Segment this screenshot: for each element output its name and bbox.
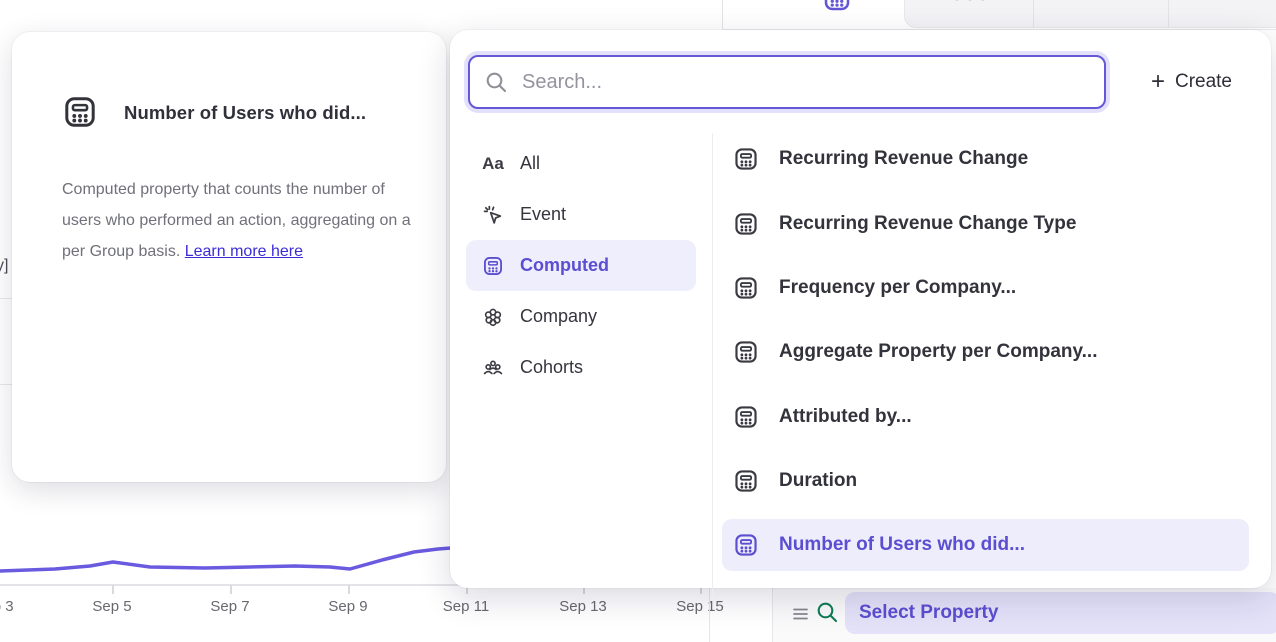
plus-icon: + xyxy=(1151,72,1165,92)
cohorts-icon xyxy=(482,356,504,379)
calculator-icon xyxy=(733,339,759,365)
property-list: Recurring Revenue Change Recurring Reven… xyxy=(722,127,1249,577)
category-computed[interactable]: Computed xyxy=(466,240,696,291)
category-company[interactable]: Company xyxy=(466,291,696,342)
x-axis-label: Sep 15 xyxy=(676,598,724,615)
property-label: Attributed by... xyxy=(779,406,912,428)
category-label: Cohorts xyxy=(520,357,583,378)
property-row[interactable]: Recurring Revenue Change Type xyxy=(722,191,1249,255)
category-label: Company xyxy=(520,306,597,327)
property-row-selected[interactable]: Number of Users who did... xyxy=(722,519,1249,571)
property-row[interactable]: Duration xyxy=(722,449,1249,513)
property-label: Recurring Revenue Change xyxy=(779,148,1028,170)
tab-calculator-icon[interactable] xyxy=(822,0,852,13)
popover-divider xyxy=(712,133,713,600)
x-axis-label: Sep 7 xyxy=(210,598,249,615)
category-all[interactable]: Aa All xyxy=(466,138,696,189)
tab-divider xyxy=(1168,0,1169,28)
tooltip-description: Computed property that counts the number… xyxy=(62,174,428,267)
computed-icon xyxy=(482,255,504,277)
x-axis-label: Sep 3 xyxy=(0,598,14,615)
x-axis-label: Sep 9 xyxy=(328,598,367,615)
x-axis-tick xyxy=(230,585,232,594)
property-label: Recurring Revenue Change Type xyxy=(779,213,1076,235)
calculator-icon xyxy=(733,404,759,430)
tab-curve-icon[interactable] xyxy=(1090,0,1124,10)
tooltip-title: Number of Users who did... xyxy=(124,102,366,124)
x-axis-label: Sep 11 xyxy=(443,598,489,615)
category-label: All xyxy=(520,153,540,174)
property-row[interactable]: Recurring Revenue Change xyxy=(722,127,1249,191)
create-button[interactable]: + Create xyxy=(1145,70,1238,94)
create-button-label: Create xyxy=(1175,71,1232,93)
calculator-icon xyxy=(733,146,759,172)
tab-divider xyxy=(1033,0,1034,28)
x-axis-tick xyxy=(348,585,350,594)
builder-panel-border xyxy=(772,588,773,642)
company-icon xyxy=(482,306,504,328)
property-row[interactable]: Attributed by... xyxy=(722,385,1249,449)
select-property-label: Select Property xyxy=(859,602,998,624)
select-property-field[interactable]: Select Property xyxy=(845,592,1276,634)
panel-divider-top xyxy=(722,0,723,29)
category-label: Event xyxy=(520,204,566,225)
category-cohorts[interactable]: Cohorts xyxy=(466,342,696,393)
property-label: Frequency per Company... xyxy=(779,277,1016,299)
property-label: Aggregate Property per Company... xyxy=(779,341,1098,363)
green-search-icon[interactable] xyxy=(815,600,839,624)
learn-more-link[interactable]: Learn more here xyxy=(185,243,303,260)
category-list: Aa All Event Computed Company Cohorts xyxy=(466,138,696,393)
category-label: Computed xyxy=(520,255,609,276)
clipped-text-fragment: y] xyxy=(0,257,8,275)
event-icon xyxy=(482,204,504,226)
property-picker-popover: + Create Aa All Event Computed Company xyxy=(450,30,1271,588)
x-axis-label: Sep 5 xyxy=(92,598,131,615)
property-row[interactable]: Frequency per Company... xyxy=(722,256,1249,320)
calculator-icon xyxy=(733,532,759,558)
property-row[interactable]: Aggregate Property per Company... xyxy=(722,320,1249,384)
chart-panel-border xyxy=(709,586,710,642)
calculator-icon xyxy=(733,468,759,494)
app-screen: y] Sep 3 Sep 5 Sep 7 Sep 9 Sep 11 Sep 13 Sep 1… xyxy=(0,0,1276,642)
property-tooltip-card: Number of Users who did... Computed prop… xyxy=(12,32,446,482)
x-axis-tick xyxy=(112,585,114,594)
property-label: Duration xyxy=(779,470,857,492)
search-icon xyxy=(484,70,508,94)
hamburger-icon[interactable] xyxy=(792,607,809,621)
x-axis-label: Sep 13 xyxy=(559,598,607,615)
calculator-icon xyxy=(733,211,759,237)
property-label: Number of Users who did... xyxy=(779,534,1025,556)
calculator-icon xyxy=(733,275,759,301)
tab-u-icon[interactable] xyxy=(1218,0,1238,6)
search-input[interactable] xyxy=(520,70,1090,95)
search-box[interactable] xyxy=(468,55,1106,109)
tab-circles-icon[interactable] xyxy=(951,0,989,10)
aa-icon: Aa xyxy=(482,154,504,174)
chart-series-line xyxy=(0,547,464,571)
calculator-icon xyxy=(62,94,98,130)
category-event[interactable]: Event xyxy=(466,189,696,240)
